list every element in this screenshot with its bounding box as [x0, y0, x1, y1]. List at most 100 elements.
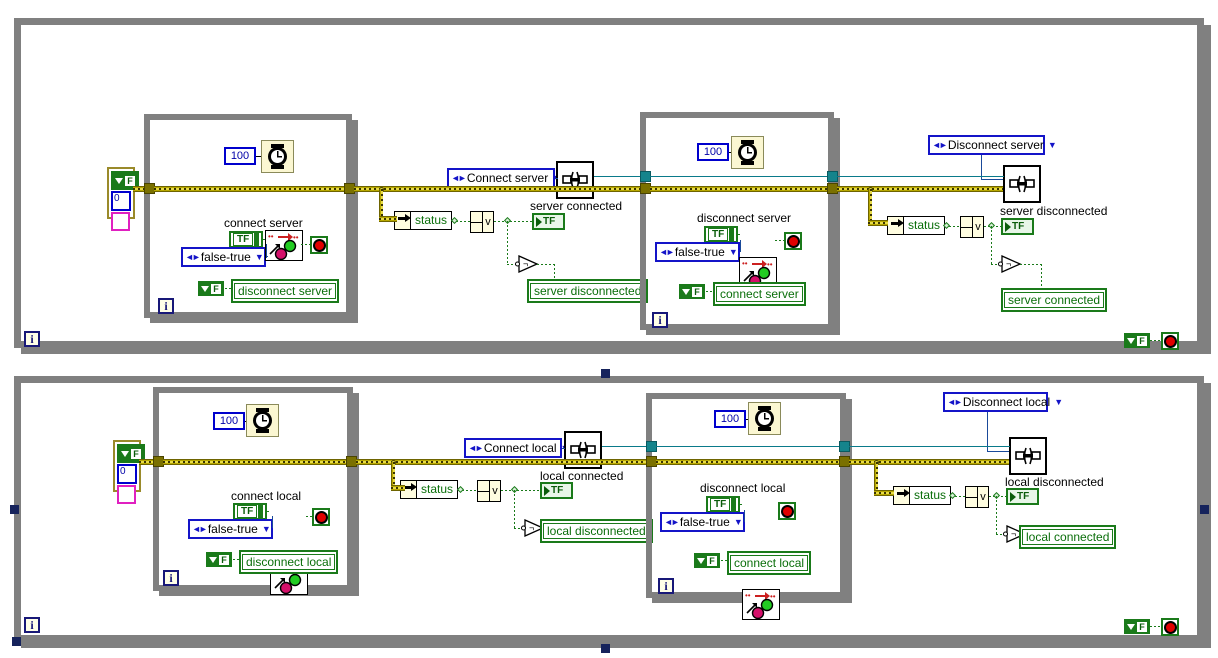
bool-false-constant-connect-local[interactable]: F	[206, 552, 232, 567]
wait-constant-connect-server[interactable]: 100	[224, 147, 256, 165]
clock-icon-disconnect-local[interactable]	[748, 402, 781, 435]
or-gate-connect-local[interactable]: v	[477, 480, 501, 502]
or-gate-connect-server[interactable]: v	[470, 211, 494, 233]
or-gate-disconnect-server[interactable]: v	[960, 216, 984, 238]
bool-constant-disconnect-local[interactable]: TF	[706, 496, 740, 513]
selection-handle-bottom-left[interactable]	[12, 637, 21, 646]
enum-control-disconnect-local-action[interactable]: ◄► Disconnect local ▼	[943, 392, 1063, 412]
subvi-icon-connect-server[interactable]	[556, 161, 594, 199]
chevron-down-icon: ▼	[728, 247, 738, 257]
left-right-arrows-icon: ◄►	[192, 524, 208, 534]
cluster-string-local[interactable]	[117, 485, 136, 504]
local-variable-connect-server[interactable]: connect server	[713, 282, 806, 306]
left-right-arrows-icon: ◄►	[659, 247, 675, 257]
enum-control-disconnect-local[interactable]: ◄► false-true ▼	[660, 512, 745, 532]
bool-false-constant-disconnect-server[interactable]: F	[679, 284, 705, 299]
cluster-constant-server[interactable]: F 0	[107, 167, 139, 231]
or-gate-disconnect-local[interactable]: v	[965, 486, 989, 508]
error-wire-main-server-e	[837, 186, 1003, 192]
stop-button-connect-local[interactable]	[312, 508, 330, 526]
bool-constant-connect-local[interactable]: TF	[233, 503, 267, 520]
bool-indicator-server-disconnected[interactable]: TF	[1001, 218, 1034, 235]
clock-icon-connect-server[interactable]	[261, 140, 294, 173]
status-label: status	[913, 488, 946, 502]
local-variable-server-connected[interactable]: server connected	[1001, 288, 1108, 312]
left-right-arrows-icon: ◄►	[451, 173, 467, 183]
subvi-icon-disconnect-local[interactable]	[1009, 437, 1047, 475]
cluster-string-server[interactable]	[111, 212, 130, 231]
clock-icon-connect-local[interactable]	[246, 404, 279, 437]
select-led-icon-disconnect-local[interactable]: •• ••	[742, 589, 780, 620]
local-variable-server-disconnected[interactable]: server disconnected	[527, 279, 649, 303]
cluster-constant-local[interactable]: F 0	[113, 440, 145, 504]
status-label: status	[907, 218, 940, 232]
bool-constant-connect-server[interactable]: TF	[229, 231, 263, 248]
wait-constant-connect-local[interactable]: 100	[213, 412, 245, 430]
enum-control-connect-local-action[interactable]: ◄► Connect local ▼	[464, 438, 569, 458]
enum-control-disconnect-server-action[interactable]: ◄► Disconnect server ▼	[928, 135, 1057, 155]
local-variable-disconnect-local[interactable]: disconnect local	[239, 550, 339, 574]
clock-icon-disconnect-server[interactable]	[731, 136, 764, 169]
selection-handle-left[interactable]	[10, 505, 19, 514]
iteration-terminal-server-outer[interactable]: i	[24, 331, 40, 347]
selection-handle-top[interactable]	[601, 369, 610, 378]
inner-loop1-shadow-local-r	[353, 393, 359, 596]
wait-constant-disconnect-server[interactable]: 100	[697, 143, 729, 161]
select-led-icon-connect-server[interactable]: •• ••	[265, 230, 303, 261]
status-unbundle-connect-server[interactable]: status	[394, 211, 452, 230]
or-left-input	[478, 481, 490, 501]
stop-button-local-outer[interactable]	[1161, 618, 1179, 636]
status-unbundle-disconnect-local[interactable]: status	[893, 486, 951, 505]
stop-button-server-outer[interactable]	[1161, 332, 1179, 350]
svg-text:••: ••	[770, 592, 776, 601]
iteration-terminal-disconnect-server[interactable]: i	[652, 312, 668, 328]
svg-text:¬: ¬	[1011, 529, 1016, 539]
not-gate-icon-connect-server[interactable]: ¬	[515, 254, 543, 279]
bool-false-constant-disconnect-local[interactable]: F	[694, 553, 720, 568]
local-variable-connect-local[interactable]: connect local	[727, 551, 812, 575]
bool-false-constant-stop-local[interactable]: F	[1124, 619, 1150, 634]
bool-indicator-local-disconnected[interactable]: TF	[1006, 488, 1039, 505]
wire-or-down-connect-local	[514, 490, 515, 528]
selection-handle-right[interactable]	[1200, 505, 1209, 514]
bool-tf-text: TF	[708, 228, 729, 241]
bool-false-constant-connect-server[interactable]: F	[198, 281, 224, 296]
unbundle-arrow-icon	[894, 487, 910, 504]
subvi-icon-disconnect-server[interactable]	[1003, 165, 1041, 203]
enum-control-disconnect-server[interactable]: ◄► false-true ▼	[655, 242, 740, 262]
selection-handle-bottom[interactable]	[601, 644, 610, 653]
wire-or-down-disconnect-server	[991, 226, 992, 264]
bool-constant-disconnect-server[interactable]: TF	[704, 226, 738, 243]
cluster-numeric-server[interactable]: 0	[111, 191, 131, 211]
iteration-terminal-disconnect-local[interactable]: i	[658, 578, 674, 594]
or-symbol: v	[492, 485, 498, 497]
local-variable-disconnect-server[interactable]: disconnect server	[231, 279, 340, 303]
local-variable-local-disconnected[interactable]: local disconnected	[540, 519, 653, 543]
wait-constant-disconnect-local[interactable]: 100	[714, 410, 746, 428]
iteration-terminal-local-outer[interactable]: i	[24, 617, 40, 633]
status-unbundle-connect-local[interactable]: status	[400, 480, 458, 499]
error-wire-branch-down-server2	[868, 189, 872, 222]
iteration-terminal-connect-server[interactable]: i	[158, 298, 174, 314]
subvi-icon	[1005, 167, 1039, 201]
stop-button-disconnect-server[interactable]	[784, 232, 802, 250]
bool-indicator-local-connected[interactable]: TF	[540, 482, 573, 499]
stop-button-disconnect-local[interactable]	[778, 502, 796, 520]
clock-icon	[732, 137, 763, 168]
iteration-terminal-connect-local[interactable]: i	[163, 570, 179, 586]
bool-indicator-server-connected[interactable]: TF	[532, 213, 565, 230]
enum-control-connect-local[interactable]: ◄► false-true ▼	[188, 519, 273, 539]
not-gate-icon-disconnect-server[interactable]: ¬	[998, 254, 1026, 279]
enum-value: false-true	[200, 250, 251, 264]
cluster-numeric-local[interactable]: 0	[117, 464, 137, 484]
enum-control-connect-server-action[interactable]: ◄► Connect server ▼	[447, 168, 561, 188]
bool-false-constant-stop-server[interactable]: F	[1124, 333, 1150, 348]
stop-button-icon	[1163, 620, 1177, 634]
clock-icon	[749, 403, 780, 434]
left-right-arrows-icon: ◄►	[932, 140, 948, 150]
select-led-icon: •• ••	[266, 231, 302, 260]
stop-button-connect-server[interactable]	[310, 236, 328, 254]
status-unbundle-disconnect-server[interactable]: status	[887, 216, 945, 235]
enum-control-connect-server[interactable]: ◄► false-true ▼	[181, 247, 266, 267]
local-variable-local-connected[interactable]: local connected	[1019, 525, 1117, 549]
